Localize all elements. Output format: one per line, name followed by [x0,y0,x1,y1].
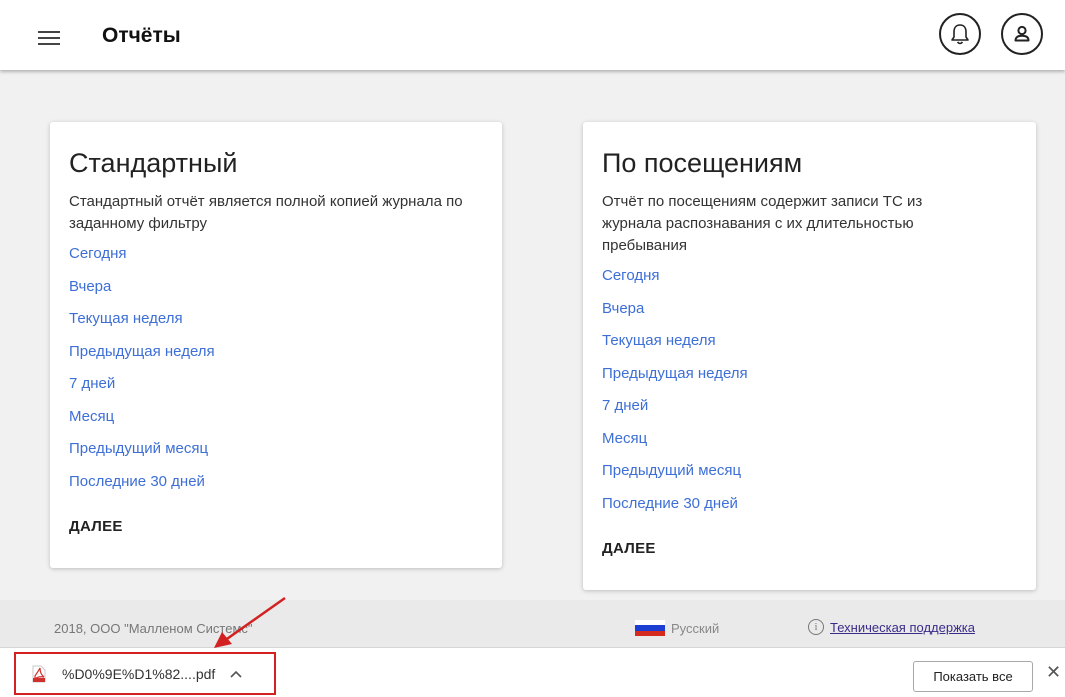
link-7-days[interactable]: 7 дней [602,390,1017,423]
show-all-button[interactable]: Показать все [913,661,1033,692]
link-month[interactable]: Месяц [602,423,1017,456]
card-title: По посещениям [602,148,803,178]
top-app-bar: Отчёты [0,0,1065,70]
profile-button[interactable] [1001,13,1043,55]
link-today[interactable]: Сегодня [602,260,1017,293]
info-icon: i [808,619,824,635]
link-last-30-days[interactable]: Последние 30 дней [69,466,483,499]
page-title: Отчёты [102,24,181,47]
next-button[interactable]: ДАЛЕЕ [602,540,1017,557]
link-month[interactable]: Месяц [69,401,483,434]
link-previous-week[interactable]: Предыдущая неделя [69,336,483,369]
download-bar: %D0%9E%D1%82....pdf Показать все ✕ [0,647,1065,697]
link-previous-week[interactable]: Предыдущая неделя [602,358,1017,391]
russia-flag-icon [635,620,665,636]
chevron-up-icon[interactable] [229,669,243,679]
notifications-button[interactable] [939,13,981,55]
link-current-week[interactable]: Текущая неделя [69,303,483,336]
download-item[interactable]: %D0%9E%D1%82....pdf [14,652,276,695]
link-today[interactable]: Сегодня [69,238,483,271]
language-selector[interactable]: Русский [635,620,719,636]
support-link[interactable]: Техническая поддержка [830,620,975,635]
close-icon[interactable]: ✕ [1046,662,1061,683]
pdf-file-icon [32,665,46,682]
page-footer: 2018, ООО "Малленом Системс" Русский i Т… [0,600,1065,647]
support-block: i Техническая поддержка [808,619,975,635]
user-icon [1014,25,1030,42]
card-description: Отчёт по посещениям содержит записи ТС и… [602,193,923,254]
link-yesterday[interactable]: Вчера [602,293,1017,326]
link-previous-month[interactable]: Предыдущий месяц [602,455,1017,488]
link-current-week[interactable]: Текущая неделя [602,325,1017,358]
report-card-standard: Стандартный Стандартный отчёт является п… [50,122,502,568]
link-yesterday[interactable]: Вчера [69,271,483,304]
next-button[interactable]: ДАЛЕЕ [69,518,483,535]
link-previous-month[interactable]: Предыдущий месяц [69,433,483,466]
download-file-name[interactable]: %D0%9E%D1%82....pdf [62,666,215,682]
report-card-visits: По посещениям Отчёт по посещениям содерж… [583,122,1036,590]
card-description: Стандартный отчёт является полной копией… [69,193,463,232]
language-label: Русский [671,620,720,636]
bell-icon [951,24,969,45]
card-title: Стандартный [69,148,238,178]
copyright-text: 2018, ООО "Малленом Системс" [54,621,253,636]
menu-icon[interactable] [38,31,60,47]
link-7-days[interactable]: 7 дней [69,368,483,401]
link-last-30-days[interactable]: Последние 30 дней [602,488,1017,521]
